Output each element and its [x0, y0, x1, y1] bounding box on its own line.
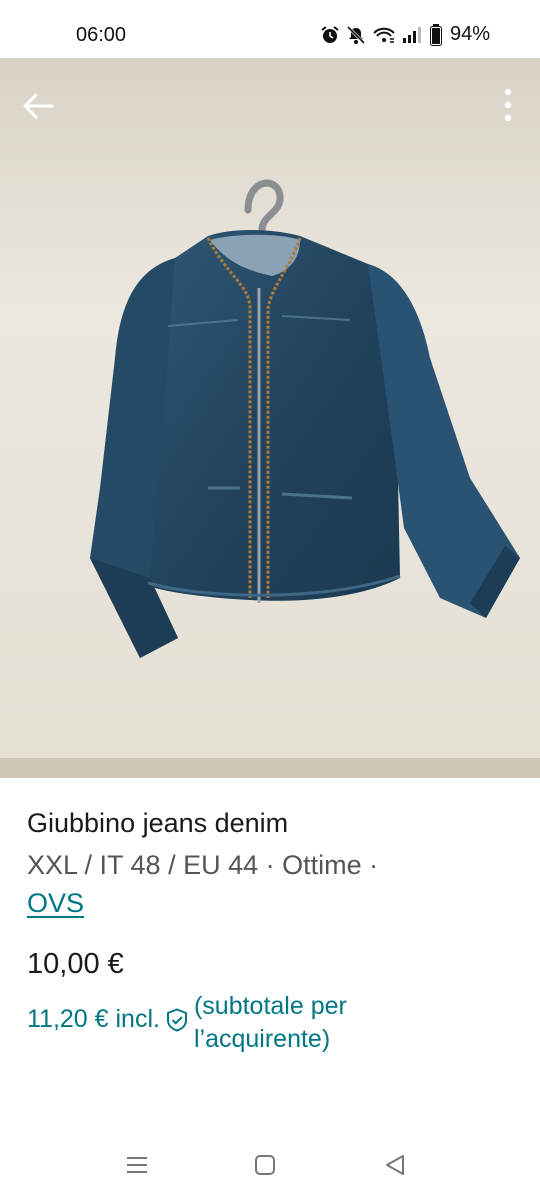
mute-icon	[346, 25, 366, 44]
item-details: XXL / IT 48 / EU 44 · Ottime · OVS	[27, 846, 507, 922]
item-photo-gallery[interactable]	[0, 58, 540, 778]
more-options-icon[interactable]	[496, 84, 520, 128]
buyer-price-info[interactable]: 11,20 € incl. (subtotale per l’acquirent…	[27, 990, 347, 1056]
signal-icon	[402, 26, 421, 43]
buyer-note-line: (subtotale per	[193, 992, 347, 1020]
buyer-price-note: (subtotale per l’acquirente)	[194, 990, 347, 1056]
brand-link[interactable]: OVS	[27, 888, 84, 918]
status-time: 06:00	[76, 24, 127, 46]
item-title: Giubbino jeans denim	[27, 808, 289, 838]
alarm-icon	[321, 25, 339, 43]
battery-percent: 94%	[449, 23, 490, 45]
back-arrow-icon[interactable]	[18, 86, 58, 126]
buyer-note-line: l’acquirente)	[193, 1025, 331, 1053]
menu-icon[interactable]	[122, 1150, 152, 1180]
home-icon[interactable]	[250, 1150, 280, 1180]
status-icons: 94%	[320, 23, 490, 46]
item-price: 10,00 €	[27, 948, 124, 980]
buyer-price: 11,20 € incl.	[27, 1005, 160, 1033]
item-size-condition: XXL / IT 48 / EU 44 · Ottime ·	[27, 850, 379, 880]
wifi-icon	[373, 27, 395, 43]
shield-check-icon	[166, 1008, 187, 1032]
back-icon[interactable]	[380, 1150, 410, 1180]
battery-icon	[429, 23, 442, 46]
status-bar: 06:00 94%	[0, 0, 540, 60]
system-nav-bar	[0, 1130, 540, 1200]
item-photo	[0, 58, 540, 778]
